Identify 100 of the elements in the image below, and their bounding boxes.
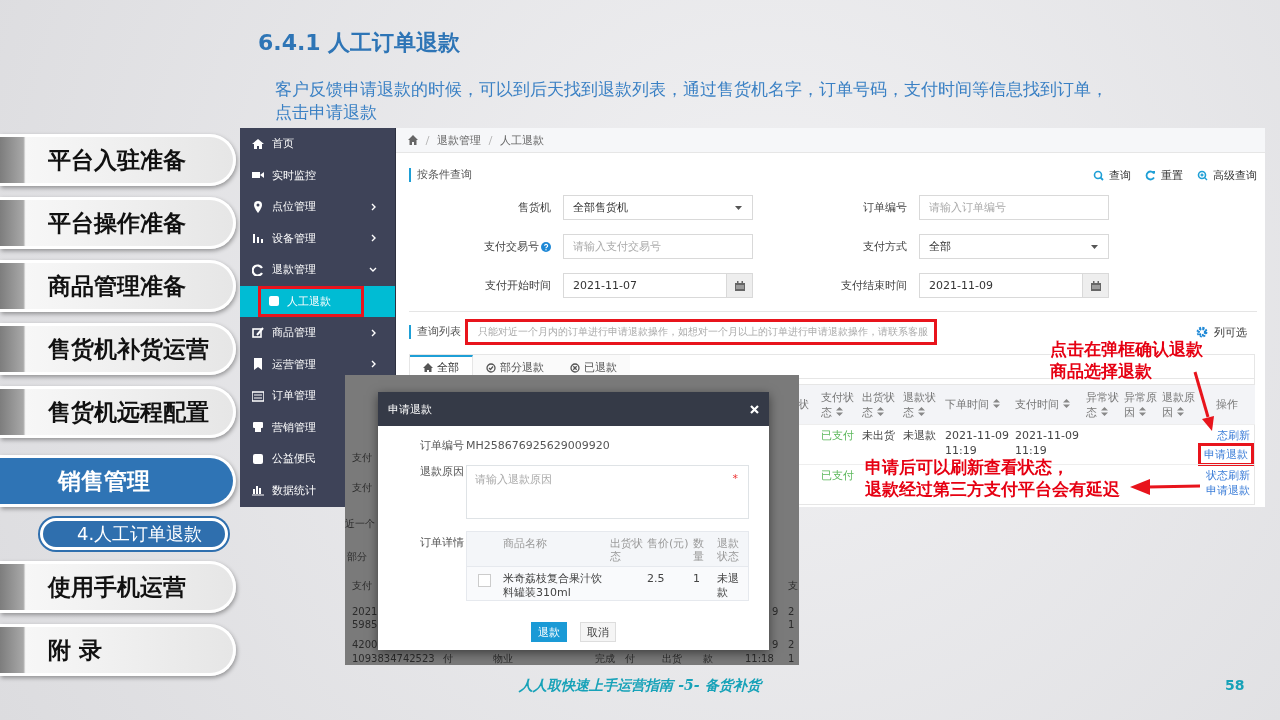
chapter-tab[interactable]: 商品管理准备 bbox=[0, 260, 236, 312]
column-header: 操作 bbox=[1198, 384, 1255, 424]
backdrop-text: 2 bbox=[788, 606, 795, 618]
check-circle-icon bbox=[486, 362, 496, 373]
separator-icon bbox=[424, 134, 431, 146]
backdrop-text: 11:18 bbox=[745, 653, 774, 665]
column-header[interactable]: 异常原因 bbox=[1122, 384, 1160, 424]
column-header[interactable]: 异常状态 bbox=[1084, 384, 1122, 424]
field-label: 支付开始时间 bbox=[484, 278, 551, 293]
bookmark-icon bbox=[252, 358, 264, 371]
action-link[interactable]: 状态刷新 bbox=[1206, 468, 1250, 483]
toolbar-button[interactable]: 高级查询 bbox=[1197, 167, 1257, 183]
field-label: 支付结束时间 bbox=[840, 278, 907, 293]
column-header: 出货状态 bbox=[609, 536, 644, 565]
select-field[interactable]: 全部 bbox=[919, 234, 1109, 259]
backdrop-text: 9 bbox=[772, 606, 779, 618]
sidebar-item[interactable]: 商品管理 bbox=[240, 317, 395, 349]
action-link[interactable]: 态刷新 bbox=[1217, 428, 1250, 443]
column-header: 售价(元) bbox=[646, 536, 690, 552]
chapter-tab[interactable]: 售货机远程配置 bbox=[0, 386, 236, 438]
chapter-tab[interactable]: 销售管理 bbox=[0, 455, 236, 507]
chapter-tab[interactable]: 使用手机运营 bbox=[0, 561, 236, 613]
column-header[interactable]: 退款原因 bbox=[1160, 384, 1198, 424]
backdrop-text: 2021 bbox=[352, 606, 378, 618]
order-number: MH258676925629009920 bbox=[466, 439, 611, 453]
sidebar-item[interactable]: 退款管理 bbox=[240, 254, 395, 286]
calendar-icon bbox=[1090, 280, 1101, 291]
breadcrumb-item[interactable]: 退款管理 bbox=[437, 132, 481, 148]
table-cell: 已支付 bbox=[819, 424, 860, 464]
column-header: 数量 bbox=[692, 536, 705, 565]
action-link[interactable]: 申请退款 bbox=[1206, 483, 1250, 498]
action-link[interactable]: 申请退款 bbox=[1204, 448, 1248, 461]
callout-text: 退款经过第三方支付平台会有延迟 bbox=[865, 478, 1120, 500]
dialog-title: 申请退款 bbox=[388, 401, 432, 417]
date-field[interactable]: 2021-11-07 bbox=[563, 273, 753, 298]
backdrop-text: 支 bbox=[788, 580, 798, 592]
sidebar-item[interactable]: 实时监控 bbox=[240, 159, 395, 191]
footer-text: 人人取快速上手运营指南 -5- 备货补货 bbox=[519, 677, 761, 695]
sidebar-item[interactable]: 点位管理 bbox=[240, 191, 395, 223]
sidebar-item[interactable]: 首页 bbox=[240, 128, 395, 160]
list-icon bbox=[252, 389, 264, 402]
sort-icon bbox=[876, 406, 884, 416]
caret-down-icon bbox=[1091, 244, 1098, 249]
chapter-tab[interactable]: 售货机补货运营 bbox=[0, 323, 236, 375]
backdrop-text: 支付 bbox=[352, 452, 372, 464]
field-label: 退款原因 bbox=[419, 465, 464, 480]
sort-icon bbox=[1062, 399, 1070, 408]
cancel-button[interactable]: 取消 bbox=[580, 622, 616, 642]
section-title: 按条件查询 bbox=[409, 168, 472, 182]
backdrop-text: 2 bbox=[788, 639, 795, 651]
field-label: 售货机 bbox=[517, 200, 551, 215]
close-icon[interactable] bbox=[750, 404, 759, 414]
sidebar-item[interactable]: 设备管理 bbox=[240, 222, 395, 254]
backdrop-text: 出货 bbox=[662, 653, 682, 665]
backdrop-text: 1 bbox=[788, 619, 795, 631]
column-header: 退款状态 bbox=[716, 536, 740, 565]
column-header[interactable]: 出货状态 bbox=[860, 384, 901, 424]
callout-text: 商品选择退款 bbox=[1050, 360, 1153, 382]
home-icon bbox=[423, 362, 433, 373]
square-icon bbox=[269, 296, 279, 307]
column-header[interactable]: 下单时间 bbox=[943, 384, 1013, 424]
checkbox[interactable] bbox=[477, 574, 491, 587]
field-label: 支付交易号 bbox=[409, 239, 551, 254]
refresh-icon bbox=[1145, 169, 1156, 181]
page-number: 58 bbox=[1225, 677, 1245, 693]
select-field[interactable]: 全部售货机 bbox=[563, 195, 753, 220]
table-cell: 已支付 bbox=[819, 464, 860, 504]
separator-icon bbox=[487, 134, 494, 146]
column-picker-button[interactable]: 列可选 bbox=[1196, 324, 1247, 340]
bar-chart-icon bbox=[252, 484, 264, 497]
section-title: 查询列表 bbox=[409, 325, 461, 339]
sort-icon bbox=[917, 406, 925, 416]
arrow bbox=[1193, 371, 1214, 431]
arrow bbox=[1130, 479, 1201, 495]
chapter-tab[interactable]: 附 录 bbox=[0, 624, 236, 676]
table-cell-text: 米奇荔枝复合果汁饮料罐装310ml bbox=[502, 571, 603, 600]
sidebar-item[interactable]: 运营管理 bbox=[240, 348, 395, 380]
backdrop-text: 款 bbox=[703, 653, 713, 665]
sort-icon bbox=[1176, 406, 1184, 416]
highlight-frame: 人工退款 bbox=[258, 285, 364, 317]
backdrop-text: 付 bbox=[443, 653, 453, 665]
date-field[interactable]: 2021-11-09 bbox=[919, 273, 1109, 298]
edit-icon bbox=[252, 326, 264, 339]
section-tab[interactable]: 4.人工订单退款 bbox=[40, 518, 228, 550]
table-cell-text: 1 bbox=[692, 571, 701, 587]
column-header[interactable]: 退款状态 bbox=[901, 384, 943, 424]
column-header[interactable]: 支付时间 bbox=[1013, 384, 1084, 424]
backdrop-text: 完成 bbox=[595, 653, 615, 665]
toolbar-button[interactable]: 查询 bbox=[1093, 167, 1131, 183]
chapter-tab[interactable]: 平台入驻准备 bbox=[0, 134, 236, 186]
map-pin-icon bbox=[252, 200, 264, 213]
column-header[interactable]: 支付状态 bbox=[819, 384, 860, 424]
reason-textarea[interactable]: 请输入退款原因 * bbox=[466, 465, 749, 519]
refresh-icon bbox=[252, 263, 264, 276]
sort-icon bbox=[1100, 406, 1108, 416]
toolbar-button[interactable]: 重置 bbox=[1145, 167, 1183, 183]
chapter-tab[interactable]: 平台操作准备 bbox=[0, 197, 236, 249]
close-circle-icon bbox=[570, 362, 580, 373]
gear-icon bbox=[1196, 326, 1208, 338]
gift-icon bbox=[252, 421, 264, 434]
